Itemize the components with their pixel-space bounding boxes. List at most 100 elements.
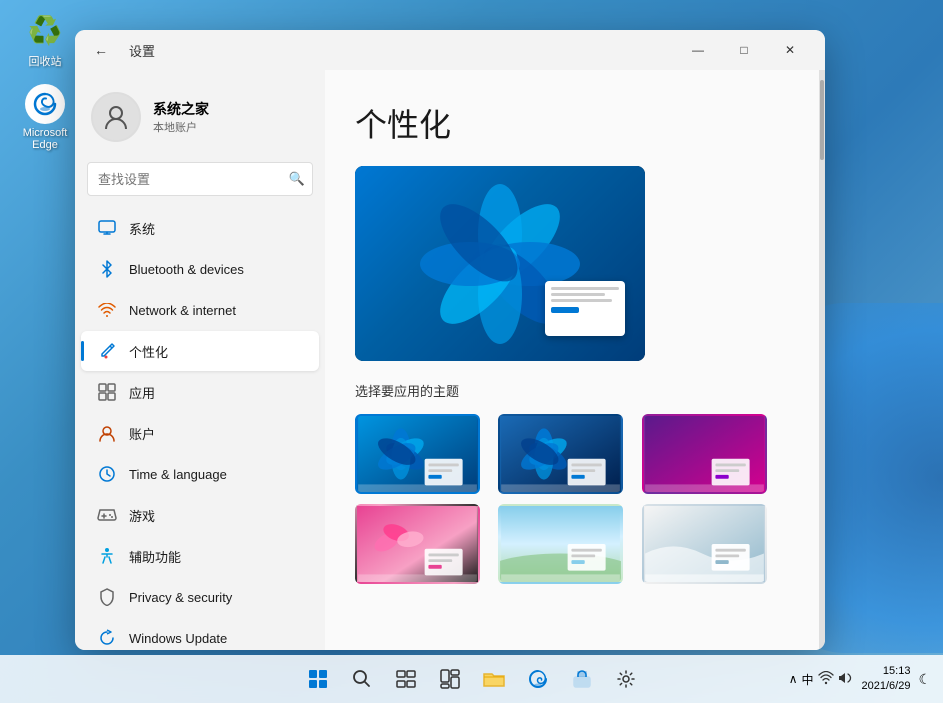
network-icon xyxy=(97,300,117,320)
theme-item-3[interactable] xyxy=(642,414,767,494)
scroll-indicator[interactable] xyxy=(819,70,825,650)
accessibility-icon xyxy=(97,546,117,566)
bluetooth-icon xyxy=(97,259,117,279)
theme-item-1[interactable] xyxy=(355,414,480,494)
nav-label-network: Network & internet xyxy=(129,303,236,318)
chevron-up-icon: ∧ xyxy=(789,672,798,686)
nav-label-personalization: 个性化 xyxy=(129,342,168,361)
nav-item-time[interactable]: Time & language xyxy=(81,454,319,494)
user-account-type: 本地账户 xyxy=(153,119,209,135)
user-name: 系统之家 xyxy=(153,99,209,119)
nav-item-accounts[interactable]: 账户 xyxy=(81,413,319,453)
privacy-icon xyxy=(97,587,117,607)
close-button[interactable]: ✕ xyxy=(767,34,813,66)
nav-item-update[interactable]: Windows Update xyxy=(81,618,319,650)
settings-body: 系统之家 本地账户 🔍 系统 xyxy=(75,70,825,650)
nav-label-gaming: 游戏 xyxy=(129,506,155,525)
edge-icon xyxy=(25,84,65,124)
theme-item-4[interactable] xyxy=(355,504,480,584)
taskbar-clock[interactable]: 15:13 2021/6/29 xyxy=(862,664,911,695)
user-info: 系统之家 本地账户 xyxy=(153,99,209,135)
nav-label-accounts: 账户 xyxy=(129,424,155,443)
search-box: 🔍 xyxy=(87,162,313,196)
search-input[interactable] xyxy=(87,162,313,196)
desktop-icon-recycle[interactable]: ♻️ 回收站 xyxy=(10,10,80,69)
title-bar-controls: ← 设置 xyxy=(87,36,155,64)
taskbar-explorer-button[interactable] xyxy=(476,661,512,697)
update-icon xyxy=(97,628,117,648)
theme-2-svg xyxy=(500,416,621,492)
nav-label-privacy: Privacy & security xyxy=(129,590,232,605)
nav-item-gaming[interactable]: 游戏 xyxy=(81,495,319,535)
recycle-bin-label: 回收站 xyxy=(29,53,62,69)
nav-item-accessibility[interactable]: 辅助功能 xyxy=(81,536,319,576)
recycle-bin-icon: ♻️ xyxy=(25,10,65,50)
nav-item-privacy[interactable]: Privacy & security xyxy=(81,577,319,617)
taskbar-store-button[interactable] xyxy=(564,661,600,697)
taskbar-right: ∧ 中 15:13 xyxy=(789,664,931,695)
nav-item-personalization[interactable]: 个性化 xyxy=(81,331,319,371)
clock-time: 15:13 xyxy=(862,664,911,679)
theme-grid xyxy=(355,414,775,584)
theme-3-svg xyxy=(644,416,765,492)
window-title: 设置 xyxy=(129,41,155,60)
edge-label: MicrosoftEdge xyxy=(23,127,68,151)
theme-4-svg xyxy=(357,506,478,582)
maximize-button[interactable]: □ xyxy=(721,34,767,66)
clock-date: 2021/6/29 xyxy=(862,679,911,694)
theme-1-svg xyxy=(357,416,478,492)
theme-6-svg xyxy=(644,506,765,582)
nav-item-network[interactable]: Network & internet xyxy=(81,290,319,330)
nav-label-apps: 应用 xyxy=(129,383,155,402)
window-buttons: — □ ✕ xyxy=(675,34,813,66)
nav-item-system[interactable]: 系统 xyxy=(81,208,319,248)
title-bar: ← 设置 — □ ✕ xyxy=(75,30,825,70)
apps-icon xyxy=(97,382,117,402)
page-title: 个性化 xyxy=(355,100,789,146)
minimize-button[interactable]: — xyxy=(675,34,721,66)
nav-item-bluetooth[interactable]: Bluetooth & devices xyxy=(81,249,319,289)
nav-label-time: Time & language xyxy=(129,467,227,482)
moon-icon: ☾ xyxy=(918,671,931,688)
taskbar-center xyxy=(300,661,644,697)
nav-label-system: 系统 xyxy=(129,219,155,238)
nav-label-update: Windows Update xyxy=(129,631,227,646)
gaming-icon xyxy=(97,505,117,525)
nav-label-accessibility: 辅助功能 xyxy=(129,547,181,566)
lang-indicator: 中 xyxy=(801,671,813,688)
main-content: 个性化 xyxy=(325,70,819,650)
theme-section-title: 选择要应用的主题 xyxy=(355,381,789,400)
taskbar-taskview-button[interactable] xyxy=(388,661,424,697)
settings-window: ← 设置 — □ ✕ xyxy=(75,30,825,650)
search-icon: 🔍 xyxy=(289,171,305,187)
personalization-icon xyxy=(97,341,117,361)
accounts-icon xyxy=(97,423,117,443)
taskbar-settings-button[interactable] xyxy=(608,661,644,697)
taskbar-edge-button[interactable] xyxy=(520,661,556,697)
theme-5-svg xyxy=(500,506,621,582)
theme-item-6[interactable] xyxy=(642,504,767,584)
sound-indicator xyxy=(838,671,854,688)
user-profile[interactable]: 系统之家 本地账户 xyxy=(75,80,325,154)
mini-window-preview xyxy=(545,281,625,336)
taskbar-widgets-button[interactable] xyxy=(432,661,468,697)
back-button[interactable]: ← xyxy=(87,36,115,64)
desktop-icon-edge[interactable]: MicrosoftEdge xyxy=(10,84,80,151)
scroll-thumb xyxy=(820,80,824,160)
theme-preview xyxy=(355,166,645,361)
nav-label-bluetooth: Bluetooth & devices xyxy=(129,262,244,277)
sidebar: 系统之家 本地账户 🔍 系统 xyxy=(75,70,325,650)
taskbar-search-button[interactable] xyxy=(344,661,380,697)
desktop: ♻️ 回收站 MicrosoftEdge ← 设置 — □ xyxy=(0,0,943,703)
taskbar-system-tray[interactable]: ∧ 中 xyxy=(789,671,854,688)
theme-item-2[interactable] xyxy=(498,414,623,494)
taskbar-start-button[interactable] xyxy=(300,661,336,697)
theme-preview-bg xyxy=(355,166,645,361)
system-icon xyxy=(97,218,117,238)
theme-item-5[interactable] xyxy=(498,504,623,584)
network-indicator xyxy=(818,671,834,688)
nav-item-apps[interactable]: 应用 xyxy=(81,372,319,412)
avatar xyxy=(91,92,141,142)
taskbar: ∧ 中 15:13 xyxy=(0,655,943,703)
desktop-icons: ♻️ 回收站 MicrosoftEdge xyxy=(10,10,80,151)
